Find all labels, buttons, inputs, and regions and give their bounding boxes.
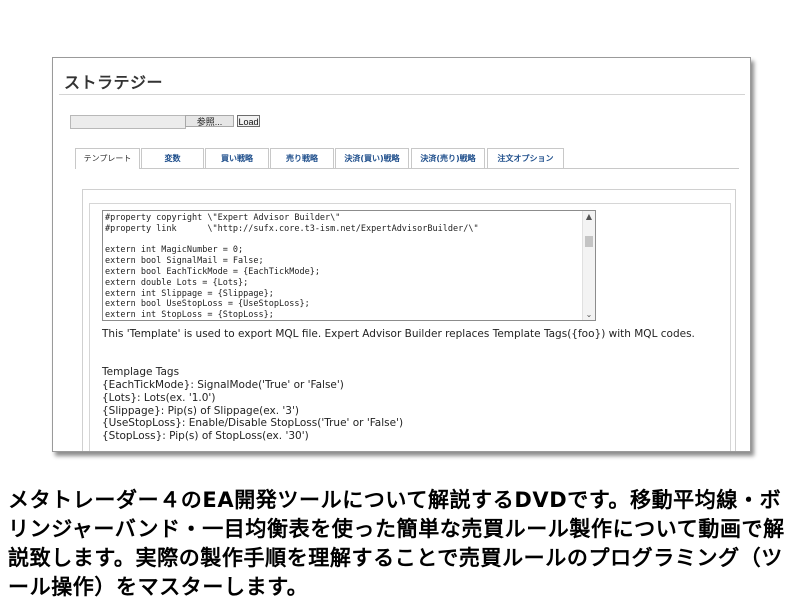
- load-button[interactable]: Load: [237, 115, 260, 127]
- code-scrollbar[interactable]: ▲ ⌄: [582, 211, 595, 320]
- template-description: This 'Template' is used to export MQL fi…: [102, 328, 695, 340]
- tag-item: {StopLoss}: Pip(s) of StopLoss(ex. '30'): [102, 430, 309, 443]
- tab-buy-strategy[interactable]: 買い戦略: [205, 148, 269, 168]
- tab-order-options[interactable]: 注文オプション: [487, 148, 564, 168]
- template-code-editor[interactable]: #property copyright \"Expert Advisor Bui…: [102, 210, 596, 321]
- tab-template[interactable]: テンプレート: [75, 148, 140, 169]
- caption-text: メタトレーダー４のEA開発ツールについて解説するDVDです。移動平均線・ボリンジ…: [8, 488, 785, 599]
- tag-item: {UseStopLoss}: Enable/Disable StopLoss('…: [102, 417, 404, 430]
- page-title: ストラテジー: [64, 73, 164, 92]
- template-panel: #property copyright \"Expert Advisor Bui…: [82, 189, 736, 451]
- file-path-field[interactable]: [70, 115, 186, 129]
- tab-divider: [75, 168, 739, 169]
- app-window: ストラテジー 参照... Load テンプレート 変数 買い戦略 売り戦略 決済…: [52, 57, 751, 452]
- tag-item: {Lots}: Lots(ex. '1.0'): [102, 391, 216, 404]
- template-tags-title: Templage Tags: [102, 366, 180, 378]
- tab-exit-buy-strategy[interactable]: 決済(買い)戦略: [335, 148, 409, 168]
- tag-item: {Slippage}: Pip(s) of Slippage(ex. '3'): [102, 404, 299, 417]
- scroll-thumb[interactable]: [585, 236, 593, 247]
- tab-sell-strategy[interactable]: 売り戦略: [270, 148, 334, 168]
- template-content: #property copyright \"Expert Advisor Bui…: [89, 203, 731, 451]
- template-code-text[interactable]: #property copyright \"Expert Advisor Bui…: [105, 213, 575, 320]
- title-divider: [59, 94, 745, 95]
- template-tag-list: {EachTickMode}: SignalMode('True' or 'Fa…: [102, 379, 403, 443]
- tab-exit-sell-strategy[interactable]: 決済(売り)戦略: [411, 148, 485, 168]
- tab-variables[interactable]: 変数: [141, 148, 204, 168]
- chevron-down-icon[interactable]: ⌄: [583, 309, 595, 320]
- tag-item: {EachTickMode}: SignalMode('True' or 'Fa…: [102, 379, 344, 391]
- browse-button[interactable]: 参照...: [185, 115, 234, 127]
- chevron-up-icon[interactable]: ▲: [583, 211, 595, 222]
